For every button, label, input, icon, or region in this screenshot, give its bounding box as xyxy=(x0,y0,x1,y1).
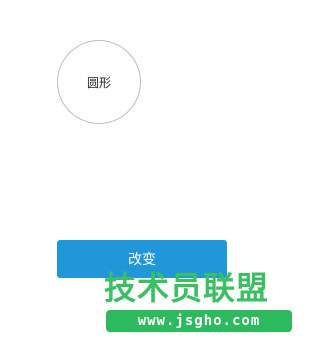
page: 圆形 改变 技术员联盟 www.jsgho.com xyxy=(0,0,334,337)
watermark-title: 技术员联盟 xyxy=(104,269,270,307)
change-button-label: 改变 xyxy=(128,252,156,268)
circle-label: 圆形 xyxy=(86,75,111,90)
watermark-url: www.jsgho.com xyxy=(137,313,261,329)
watermark-url-bar: www.jsgho.com xyxy=(106,310,292,332)
circle-shape: 圆形 xyxy=(57,40,141,124)
watermark-logo: 技术员联盟 www.jsgho.com xyxy=(100,270,294,332)
